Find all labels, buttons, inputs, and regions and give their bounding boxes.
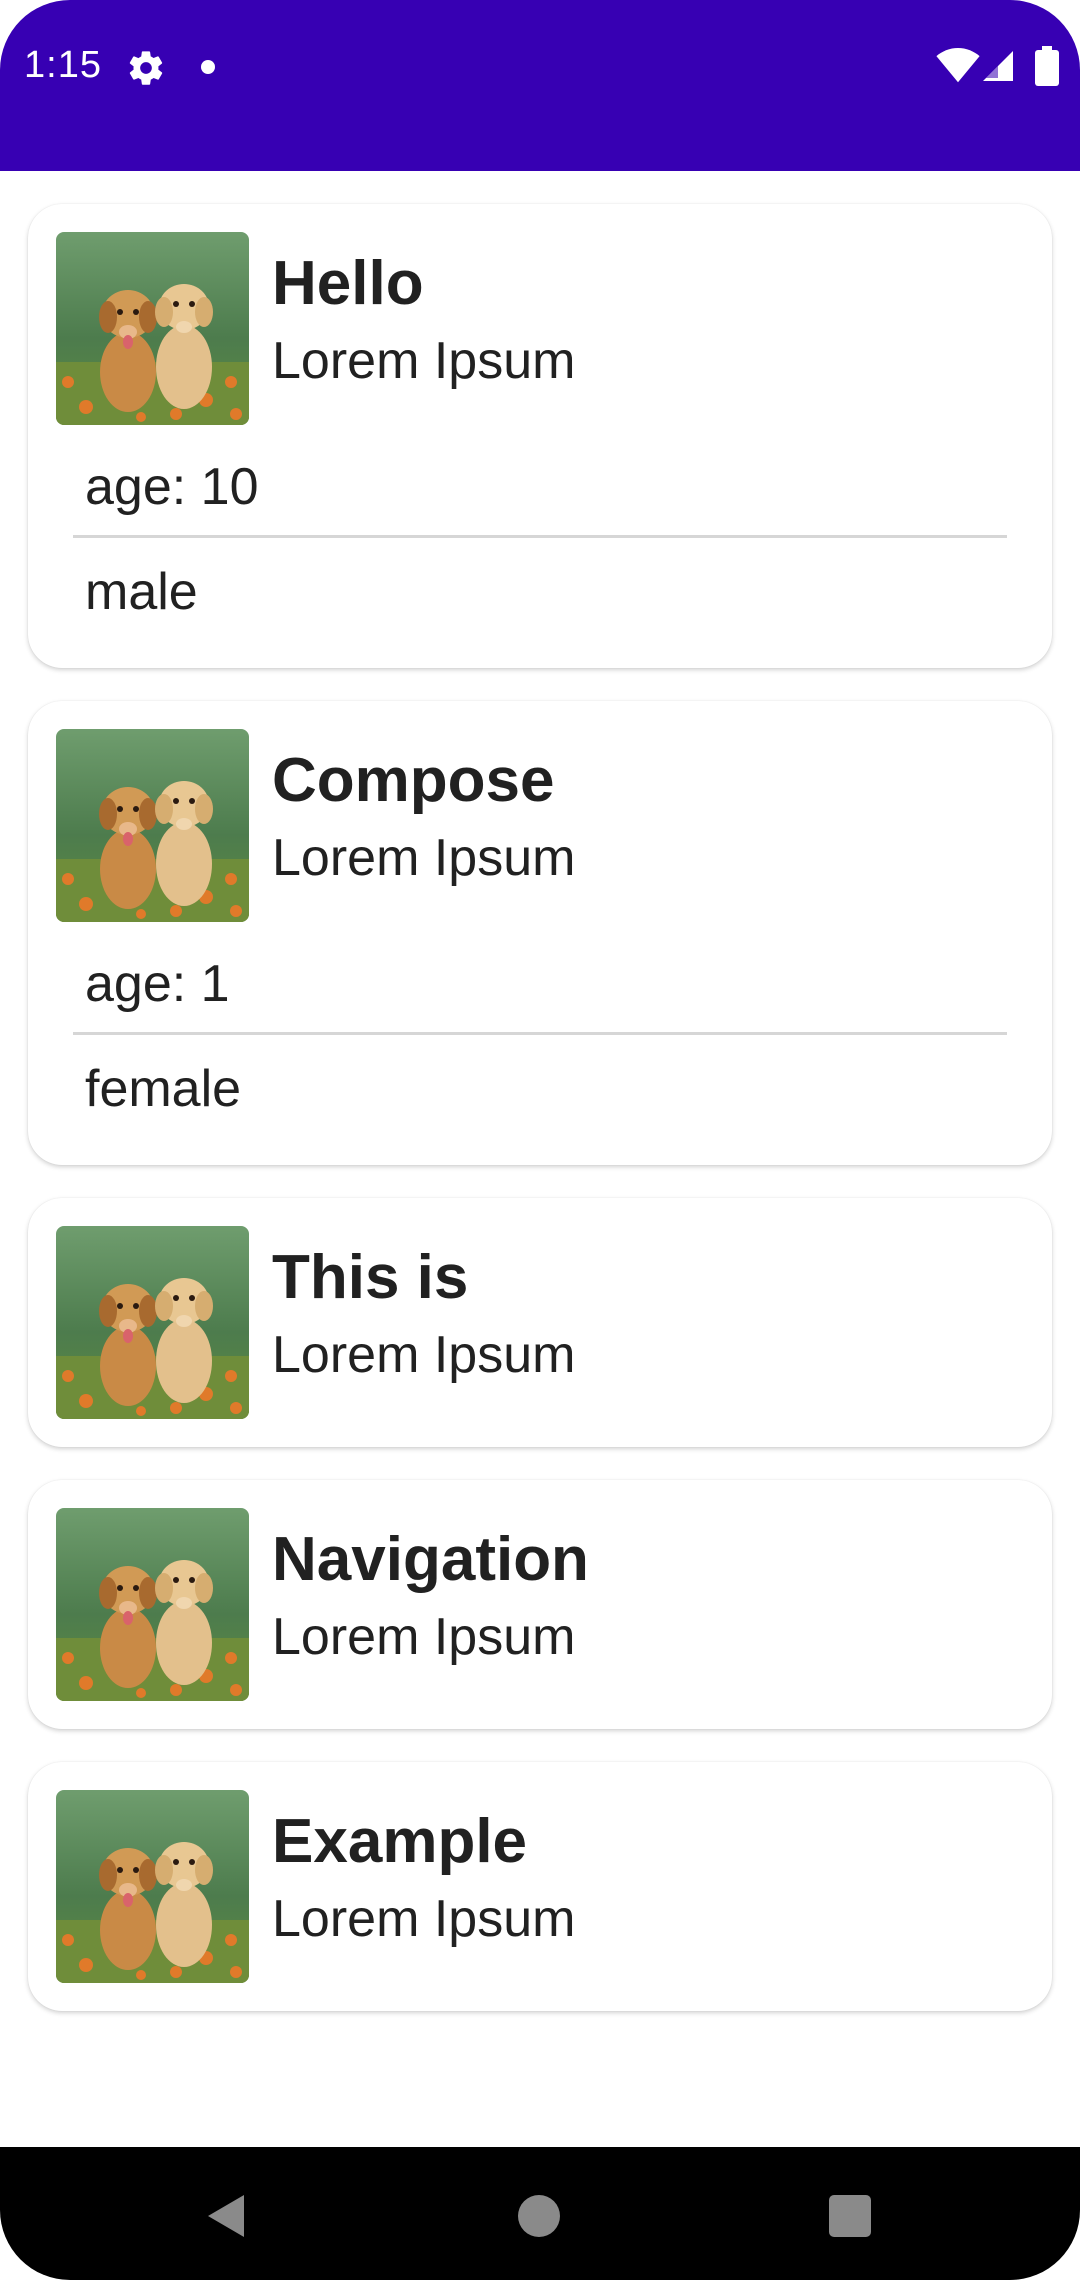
puppies-image: [56, 1508, 249, 1701]
card-text: Compose Lorem Ipsum: [272, 729, 575, 893]
card-subtitle: Lorem Ipsum: [272, 332, 576, 390]
card-header: Example Lorem Ipsum: [56, 1790, 1024, 1983]
card-header: This is Lorem Ipsum: [56, 1226, 1024, 1419]
list-item-card[interactable]: Compose Lorem Ipsum age: 1 female: [28, 701, 1052, 1165]
list-item-card[interactable]: This is Lorem Ipsum: [28, 1198, 1052, 1447]
card-title: Hello: [272, 249, 424, 318]
card-header: Navigation Lorem Ipsum: [56, 1508, 1024, 1701]
card-header: Hello Lorem Ipsum: [56, 232, 1024, 425]
card-subtitle: Lorem Ipsum: [272, 829, 576, 887]
detail-age: age: 1: [73, 948, 1007, 1035]
detail-gender: male: [85, 563, 198, 621]
wifi-icon: [936, 48, 980, 83]
card-text: Navigation Lorem Ipsum: [272, 1508, 589, 1672]
puppies-image: [56, 1790, 249, 1983]
list-item-card[interactable]: Hello Lorem Ipsum age: 10 male: [28, 204, 1052, 668]
notification-dot: [201, 60, 215, 74]
card-list[interactable]: Hello Lorem Ipsum age: 10 male Compose L…: [0, 171, 1080, 2037]
card-title: Example: [272, 1807, 528, 1876]
card-text: This is Lorem Ipsum: [272, 1226, 575, 1390]
puppies-image: [56, 729, 249, 922]
navigation-bar: [0, 2147, 1080, 2280]
signal-icon: [983, 51, 1013, 81]
card-subtitle: Lorem Ipsum: [272, 1608, 576, 1666]
card-header: Compose Lorem Ipsum: [56, 729, 1024, 922]
recents-icon[interactable]: [829, 2195, 871, 2237]
card-subtitle: Lorem Ipsum: [272, 1890, 576, 1948]
home-icon[interactable]: [518, 2195, 560, 2237]
card-text: Example Lorem Ipsum: [272, 1790, 575, 1954]
status-time: 1:15: [24, 44, 102, 86]
detail-age: age: 10: [73, 451, 1007, 538]
card-subtitle: Lorem Ipsum: [272, 1326, 576, 1384]
puppies-image: [56, 232, 249, 425]
detail-gender: female: [85, 1060, 242, 1118]
card-title: Compose: [272, 746, 555, 815]
card-title: Navigation: [272, 1525, 589, 1594]
list-item-card[interactable]: Example Lorem Ipsum: [28, 1762, 1052, 2011]
card-details: age: 10 male: [56, 425, 1024, 628]
battery-icon: [1035, 46, 1059, 86]
back-icon[interactable]: [204, 2191, 248, 2241]
gear-icon: [129, 51, 163, 85]
list-item-card[interactable]: Navigation Lorem Ipsum: [28, 1480, 1052, 1729]
app-screen: 1:15 Hello Lorem Ipsum age: 10 male Comp…: [0, 0, 1080, 2280]
card-details: age: 1 female: [56, 922, 1024, 1125]
status-bar: 1:15: [0, 0, 1080, 171]
card-text: Hello Lorem Ipsum: [272, 232, 575, 396]
puppies-image: [56, 1226, 249, 1419]
card-title: This is: [272, 1243, 469, 1312]
